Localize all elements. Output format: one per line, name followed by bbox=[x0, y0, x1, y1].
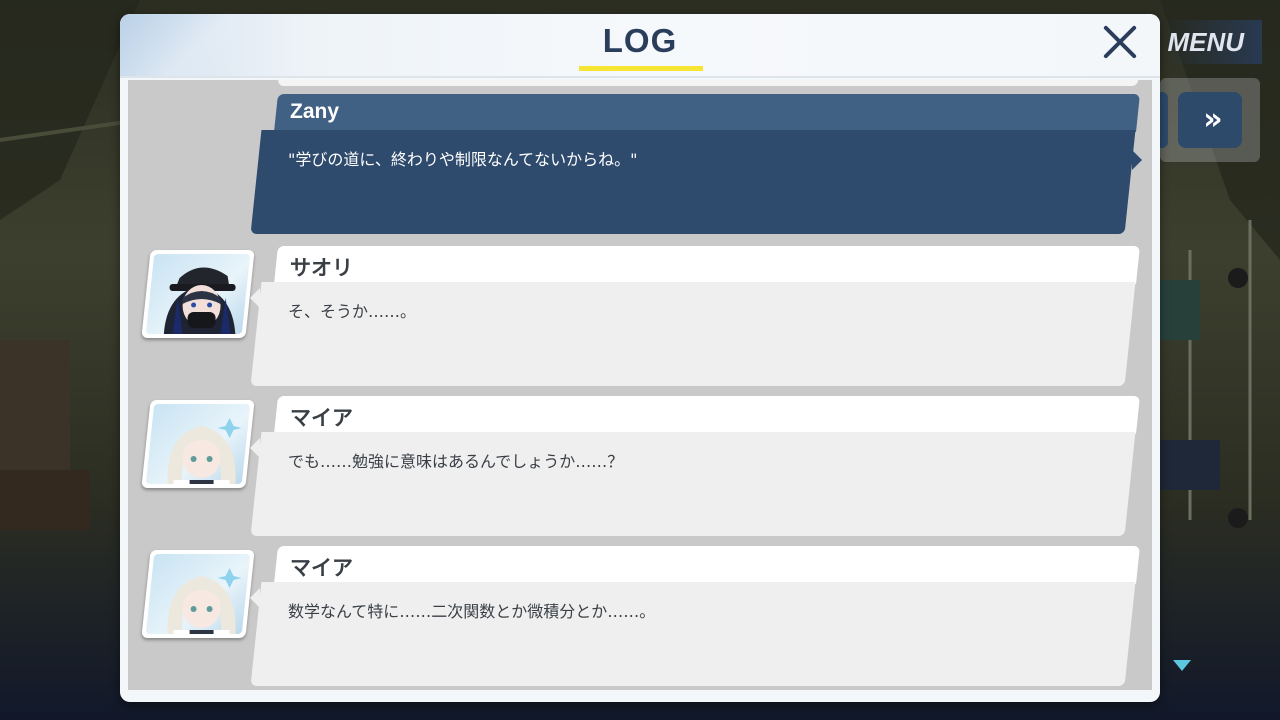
log-dialog: LOG Zany "学びの道に、終わりや制限なんてないからね。" サオリ そ、そ… bbox=[120, 14, 1160, 702]
name-bar bbox=[274, 246, 1140, 284]
message-text: そ、そうか……。 bbox=[288, 302, 417, 321]
maia-portrait bbox=[167, 568, 242, 634]
dialog-header: LOG bbox=[120, 14, 1160, 76]
previous-entry-edge bbox=[277, 80, 1139, 86]
name-bar bbox=[274, 94, 1140, 132]
speaker-name: サオリ bbox=[290, 257, 353, 280]
message-text: 数学なんて特に……二次関数とか微積分とか……。 bbox=[288, 602, 656, 621]
speaker-name: マイア bbox=[290, 407, 353, 430]
bubble-pointer bbox=[250, 288, 260, 308]
menu-button[interactable]: MENU bbox=[1162, 20, 1262, 64]
saori-portrait bbox=[163, 267, 236, 334]
scroll-down-indicator-icon bbox=[1173, 660, 1191, 671]
bubble-pointer bbox=[250, 438, 260, 458]
avatar bbox=[141, 550, 255, 638]
title-underline bbox=[579, 66, 703, 71]
message-text: "学びの道に、終わりや制限なんてないからね。" bbox=[288, 150, 638, 169]
fast-forward-icon: » bbox=[1203, 102, 1223, 137]
log-list[interactable]: Zany "学びの道に、終わりや制限なんてないからね。" サオリ そ、そうか……… bbox=[128, 80, 1152, 690]
maia-portrait bbox=[167, 418, 242, 484]
name-bar bbox=[274, 546, 1140, 584]
bubble-pointer bbox=[1132, 150, 1142, 170]
skip-button[interactable]: » bbox=[1178, 92, 1242, 148]
name-bar bbox=[274, 396, 1140, 434]
speaker-name: マイア bbox=[290, 557, 353, 580]
speaker-name: Zany bbox=[290, 100, 340, 123]
avatar bbox=[141, 250, 255, 338]
message-text: でも……勉強に意味はあるんでしょうか……？ bbox=[288, 452, 624, 471]
header-divider bbox=[120, 76, 1160, 78]
dialog-title: LOG bbox=[602, 22, 678, 59]
avatar bbox=[141, 400, 255, 488]
close-icon[interactable] bbox=[1100, 22, 1140, 62]
bubble-pointer bbox=[250, 588, 260, 608]
